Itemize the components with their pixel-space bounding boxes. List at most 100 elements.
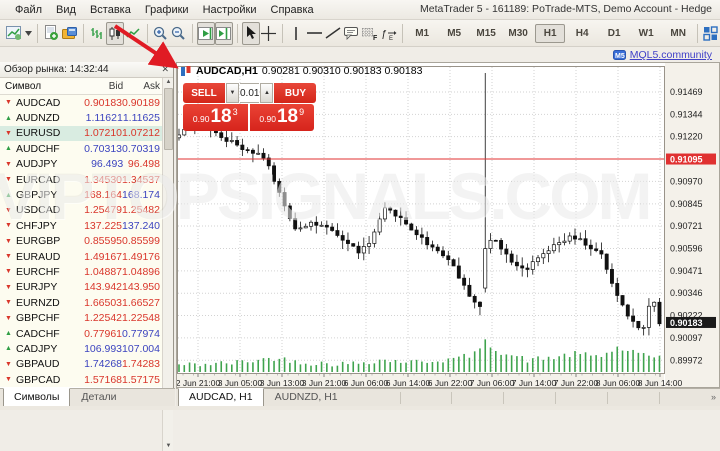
timeframe-M15[interactable]: M15 [471, 24, 501, 43]
market-watch-row-AUDNZD[interactable]: ▲ AUDNZD 1.11621 1.11625 [0, 110, 162, 126]
timeframe-M5[interactable]: M5 [439, 24, 469, 43]
bid-value: 1.57168 [84, 373, 123, 386]
column-ask[interactable]: Ask [123, 81, 162, 92]
buy-price-display[interactable]: 0.90 18 9 [248, 104, 314, 131]
zoom-out-button[interactable] [170, 22, 188, 45]
timeframe-M30[interactable]: M30 [503, 24, 533, 43]
price-up-icon: ▲ [5, 345, 12, 353]
market-watch-row-EURAUD[interactable]: ▼ EURAUD 1.49167 1.49176 [0, 248, 162, 265]
timeframe-M1[interactable]: M1 [407, 24, 437, 43]
scroll-up-icon[interactable]: ▲ [164, 78, 173, 87]
symbol-cell: ▼ GBPCAD [0, 374, 80, 386]
menu-Файл[interactable]: Файл [8, 2, 49, 18]
ask-value: 1.22548 [122, 312, 160, 325]
column-symbol[interactable]: Символ [0, 81, 81, 92]
tabs-more-icon[interactable]: » [711, 389, 720, 402]
chart-tab-audnzd-h1[interactable]: AUDNZD, H1 [264, 389, 349, 407]
symbol-name: EURJPY [15, 281, 58, 294]
market-watch-row-EURUSD[interactable]: ▼ EURUSD 1.07210 1.07212 [0, 125, 162, 142]
menu-bar: Файл Вид Вставка Графики Настройки Справка Me… [0, 0, 720, 20]
symbol-cell: ▼ USDCAD [0, 204, 80, 216]
volume-decrease-button[interactable]: ▼ [226, 83, 239, 103]
svg-text:0.91220: 0.91220 [670, 132, 703, 142]
buy-button[interactable]: BUY [274, 83, 317, 103]
market-watch-row-AUDCHF[interactable]: ▲ AUDCHF 0.70313 0.70319 [0, 141, 162, 157]
timeframe-MN[interactable]: MN [663, 24, 693, 43]
market-watch-row-GBPCAD[interactable]: ▼ GBPCAD 1.57168 1.57175 [0, 372, 162, 388]
fibonacci-button[interactable]: F [360, 22, 379, 45]
market-watch-row-EURCAD[interactable]: ▼ EURCAD 1.34530 1.34537 [0, 171, 162, 188]
chart-symbol-period: AUDCAD,H1 [196, 65, 258, 77]
line-chart-button[interactable] [124, 22, 142, 45]
new-order-button[interactable] [42, 22, 60, 45]
bottom-strip [0, 406, 720, 410]
chart-shift-button[interactable] [214, 21, 233, 45]
bars-chart-button[interactable] [88, 22, 106, 45]
sell-price-big: 18 [210, 106, 232, 127]
column-bid[interactable]: Bid [81, 81, 123, 92]
cursor-button[interactable] [241, 21, 260, 45]
timeframe-D1[interactable]: D1 [599, 24, 629, 43]
market-watch-row-EURCHF[interactable]: ▼ EURCHF 1.04887 1.04896 [0, 264, 162, 280]
close-icon[interactable]: ✕ [161, 64, 169, 75]
volume-input[interactable]: 0.01 [240, 83, 260, 103]
new-chart-button[interactable] [5, 22, 24, 45]
sell-price-display[interactable]: 0.90 18 3 [183, 104, 249, 131]
symbol-cell: ▼ AUDCAD [0, 97, 80, 109]
chart-tabs-spacers [349, 389, 711, 404]
toolbar: F ƒE M1 M5 M15 M30 H1 H4 D1 W1 MN [0, 20, 720, 47]
menu-Справка[interactable]: Справка [264, 2, 321, 18]
market-watch-header: Обзор рынка: 14:32:44 ✕ [0, 62, 173, 78]
timeframe-H4[interactable]: H4 [567, 24, 597, 43]
scrollbar-thumb[interactable] [164, 88, 173, 150]
market-watch-row-CHFJPY[interactable]: ▼ CHFJPY 137.225 137.240 [0, 218, 162, 234]
horizontal-line-button[interactable] [305, 22, 324, 45]
candles-chart-button[interactable] [106, 21, 125, 45]
tab-символы[interactable]: Символы [3, 388, 71, 407]
auto-scroll-button[interactable] [196, 21, 215, 45]
timeframe-H1[interactable]: H1 [535, 23, 566, 43]
mql5-community-link[interactable]: M5 MQL5.community [612, 49, 712, 61]
text-label-button[interactable] [342, 22, 360, 45]
market-watch-row-AUDJPY[interactable]: ▼ AUDJPY 96.493 96.498 [0, 156, 162, 172]
market-watch-row-CADCHF[interactable]: ▲ CADCHF 0.77961 0.77974 [0, 325, 162, 342]
market-watch-row-USDCAD[interactable]: ▼ USDCAD 1.25479 1.25482 [0, 202, 162, 219]
crosshair-button[interactable] [260, 22, 278, 45]
zoom-in-button[interactable] [151, 22, 169, 45]
symbol-cell: ▲ CADCHF [0, 328, 80, 340]
menu-Настройки[interactable]: Настройки [196, 2, 264, 18]
market-watch-row-EURJPY[interactable]: ▼ EURJPY 143.942 143.950 [0, 279, 162, 296]
scroll-down-icon[interactable]: ▼ [164, 442, 173, 451]
menu-Графики[interactable]: Графики [138, 2, 196, 18]
trendline-button[interactable] [324, 22, 342, 45]
new-chart-dropdown[interactable] [24, 22, 33, 45]
volume-increase-button[interactable]: ▲ [260, 83, 274, 103]
chart-tab-audcad-h1[interactable]: AUDCAD, H1 [178, 388, 264, 407]
crosshair-icon [261, 25, 277, 41]
market-watch-row-GBPJPY[interactable]: ▲ GBPJPY 168.164 168.174 [0, 187, 162, 203]
symbol-name: EURCHF [15, 265, 60, 278]
svg-text:3 Jun 05:00: 3 Jun 05:00 [218, 378, 263, 387]
sell-button[interactable]: SELL [183, 83, 225, 103]
timeframe-group: M1 M5 M15 M30 H1 H4 D1 W1 MN [407, 23, 693, 43]
tab-детали[interactable]: Детали [70, 389, 127, 407]
bid-value: 1.66503 [84, 296, 123, 309]
market-watch-row-GBPCHF[interactable]: ▼ GBPCHF 1.22542 1.22548 [0, 310, 162, 326]
toolbar-separator [191, 23, 193, 43]
bid-value: 1.22542 [84, 312, 123, 325]
market-watch-row-EURGBP[interactable]: ▼ EURGBP 0.85595 0.85599 [0, 233, 162, 249]
tile-windows-button[interactable] [702, 22, 720, 45]
market-watch-row-CADJPY[interactable]: ▲ CADJPY 106.993 107.004 [0, 341, 162, 357]
timeframe-W1[interactable]: W1 [631, 24, 661, 43]
vertical-line-button[interactable] [287, 22, 305, 45]
market-watch-row-GBPAUD[interactable]: ▼ GBPAUD 1.74268 1.74283 [0, 356, 162, 373]
price-down-icon: ▼ [5, 268, 12, 276]
menu-Вид[interactable]: Вид [49, 2, 83, 18]
svg-text:0.90596: 0.90596 [670, 243, 703, 253]
market-watch-row-AUDCAD[interactable]: ▼ AUDCAD 0.90183 0.90189 [0, 95, 162, 111]
market-watch-row-EURNZD[interactable]: ▼ EURNZD 1.66503 1.66527 [0, 295, 162, 311]
indicators-button[interactable]: ƒE [379, 22, 398, 45]
algo-trading-button[interactable] [60, 22, 79, 45]
menu-Вставка[interactable]: Вставка [83, 2, 138, 18]
symbol-name: CADCHF [15, 327, 60, 340]
